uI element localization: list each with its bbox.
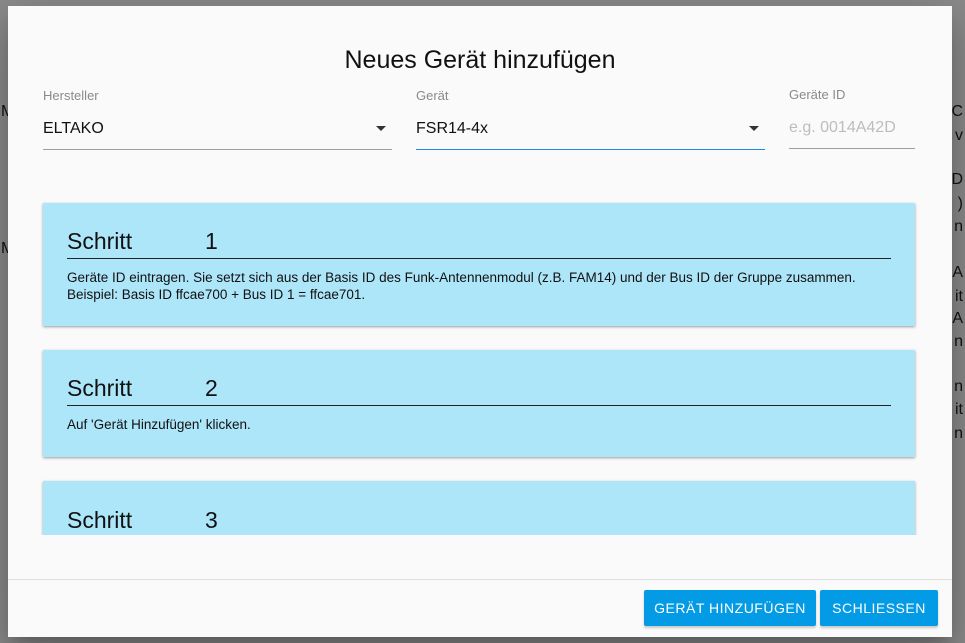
dialog-divider: [8, 579, 952, 580]
step-card-3: Schritt 3: [43, 481, 915, 535]
device-id-label: Geräte ID: [789, 87, 846, 102]
close-button[interactable]: SCHLIESSEN: [820, 590, 938, 626]
device-label: Gerät: [416, 88, 449, 103]
step-card-2: Schritt 2 Auf 'Gerät Hinzufügen' klicken…: [43, 350, 915, 457]
device-id-input[interactable]: e.g. 0014A42D: [789, 115, 915, 149]
step-number: 1: [205, 228, 218, 254]
device-field: Gerät FSR14-4x: [416, 88, 765, 150]
step-word: Schritt: [67, 375, 133, 401]
step-number: 3: [205, 507, 218, 533]
add-device-button[interactable]: GERÄT HINZUFÜGEN: [644, 590, 816, 626]
manufacturer-label: Hersteller: [43, 88, 99, 103]
chevron-down-icon[interactable]: [749, 126, 759, 131]
manufacturer-value: ELTAKO: [43, 120, 104, 137]
dialog-title: Neues Gerät hinzufügen: [344, 46, 616, 74]
step-text: Geräte ID eintragen. Sie setzt sich aus …: [67, 270, 856, 302]
steps-scroll-area[interactable]: Schritt 1 Geräte ID eintragen. Sie setzt…: [8, 184, 952, 535]
device-select[interactable]: FSR14-4x: [416, 116, 765, 150]
chevron-down-icon[interactable]: [376, 126, 386, 131]
device-id-field: Geräte ID e.g. 0014A42D: [789, 87, 915, 149]
step-text: Auf 'Gerät Hinzufügen' klicken.: [67, 417, 251, 432]
device-value: FSR14-4x: [416, 120, 489, 137]
step-word: Schritt: [67, 228, 133, 254]
step-number: 2: [205, 375, 218, 401]
step-header: Schritt 2: [67, 375, 891, 406]
manufacturer-select[interactable]: ELTAKO: [43, 116, 392, 150]
step-header: Schritt 3: [67, 507, 891, 535]
step-header: Schritt 1: [67, 228, 891, 259]
step-card-1: Schritt 1 Geräte ID eintragen. Sie setzt…: [43, 203, 915, 326]
add-device-dialog: Neues Gerät hinzufügen Hersteller ELTAKO…: [8, 6, 952, 637]
step-word: Schritt: [67, 507, 133, 533]
manufacturer-field: Hersteller ELTAKO: [43, 88, 392, 150]
